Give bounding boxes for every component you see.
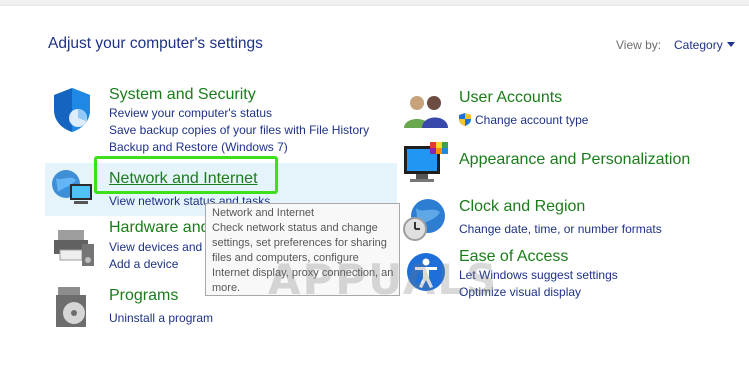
- change-account-type-link[interactable]: Change account type: [475, 113, 588, 127]
- tooltip-line: Check network status and change: [212, 222, 378, 234]
- uac-shield-icon: [459, 113, 471, 126]
- programs-disc-icon[interactable]: [54, 285, 94, 331]
- shield-icon[interactable]: [50, 86, 94, 134]
- watermark-logo: APPUALS: [268, 255, 499, 304]
- window-top-strip: [0, 0, 749, 6]
- tooltip-line: settings, set preferences for sharing: [212, 237, 387, 249]
- change-formats-link[interactable]: Change date, time, or number formats: [459, 222, 662, 236]
- uninstall-program-link[interactable]: Uninstall a program: [109, 311, 213, 325]
- page-title: Adjust your computer's settings: [48, 35, 263, 52]
- appearance-title[interactable]: Appearance and Personalization: [459, 151, 690, 169]
- backup-restore-link[interactable]: Backup and Restore (Windows 7): [109, 140, 288, 154]
- review-status-link[interactable]: Review your computer's status: [109, 106, 272, 120]
- clock-region-title[interactable]: Clock and Region: [459, 198, 585, 216]
- users-icon[interactable]: [402, 92, 450, 130]
- highlight-box: [94, 156, 278, 194]
- clock-globe-icon[interactable]: [402, 196, 448, 242]
- chevron-down-icon[interactable]: [727, 42, 735, 47]
- user-accounts-title[interactable]: User Accounts: [459, 89, 562, 107]
- printer-icon[interactable]: [50, 220, 98, 268]
- view-by-label: View by:: [616, 38, 662, 52]
- view-by-dropdown[interactable]: Category: [674, 38, 723, 52]
- system-security-title[interactable]: System and Security: [109, 86, 256, 104]
- tooltip-line: Network and Internet: [212, 207, 315, 219]
- monitor-palette-icon[interactable]: [402, 140, 450, 186]
- globe-network-icon[interactable]: [48, 166, 96, 210]
- file-history-link[interactable]: Save backup copies of your files with Fi…: [109, 123, 369, 137]
- add-device-link[interactable]: Add a device: [109, 257, 178, 271]
- programs-title[interactable]: Programs: [109, 287, 178, 305]
